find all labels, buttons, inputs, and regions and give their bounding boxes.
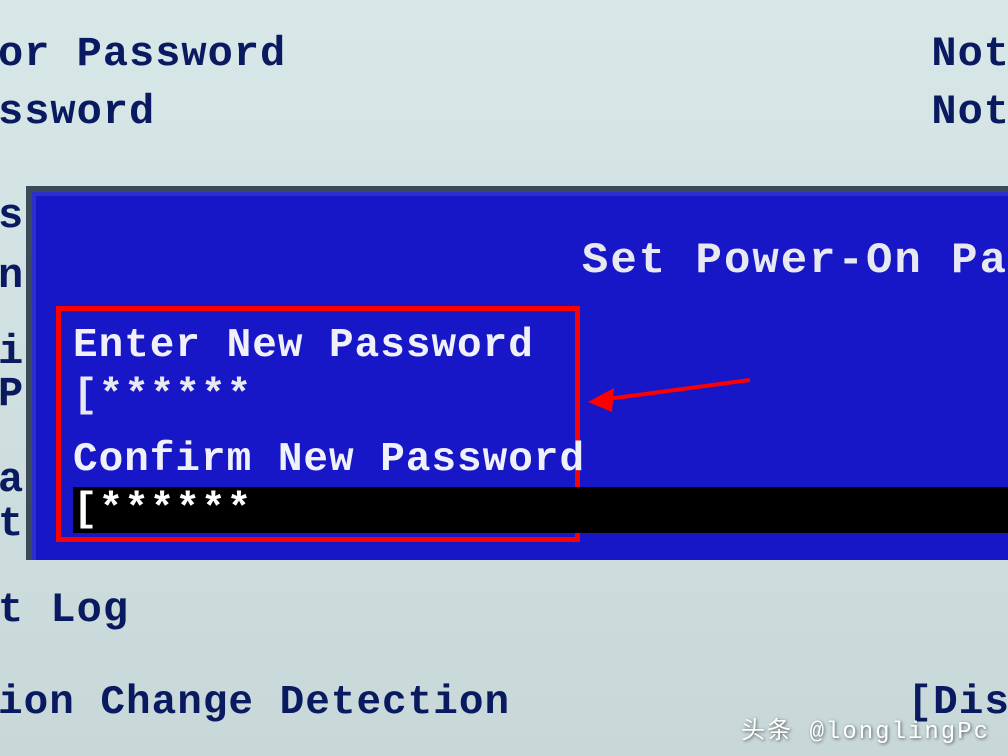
confirm-new-password-label: Confirm New Password bbox=[73, 437, 567, 483]
bios-item-password: ssword bbox=[0, 88, 155, 136]
dialog-title: Set Power-On Pa bbox=[582, 236, 1008, 286]
confirm-new-password-input[interactable]: [****** bbox=[73, 487, 1008, 533]
bios-item-change-detection[interactable]: ion Change Detection bbox=[0, 680, 510, 726]
bios-cut-text: a bbox=[0, 456, 24, 504]
bios-cut-text: P bbox=[0, 370, 24, 418]
bios-status-2: Not bbox=[931, 88, 1008, 136]
password-input-panel: Enter New Password [****** Confirm New P… bbox=[56, 306, 580, 542]
bios-cut-text: t bbox=[0, 500, 24, 548]
watermark-text: 头条 @longlingPc bbox=[741, 710, 990, 746]
bios-status-1: Not bbox=[931, 30, 1008, 78]
set-poweron-password-dialog: Set Power-On Pa Enter New Password [****… bbox=[26, 186, 1008, 560]
bios-cut-text: n bbox=[0, 252, 24, 300]
enter-new-password-label: Enter New Password bbox=[73, 323, 567, 369]
bios-cut-text: i bbox=[0, 328, 24, 376]
enter-new-password-value[interactable]: [****** bbox=[73, 373, 567, 419]
bios-item-supervisor-password: or Password bbox=[0, 30, 286, 78]
bios-item-log[interactable]: t Log bbox=[0, 586, 129, 634]
